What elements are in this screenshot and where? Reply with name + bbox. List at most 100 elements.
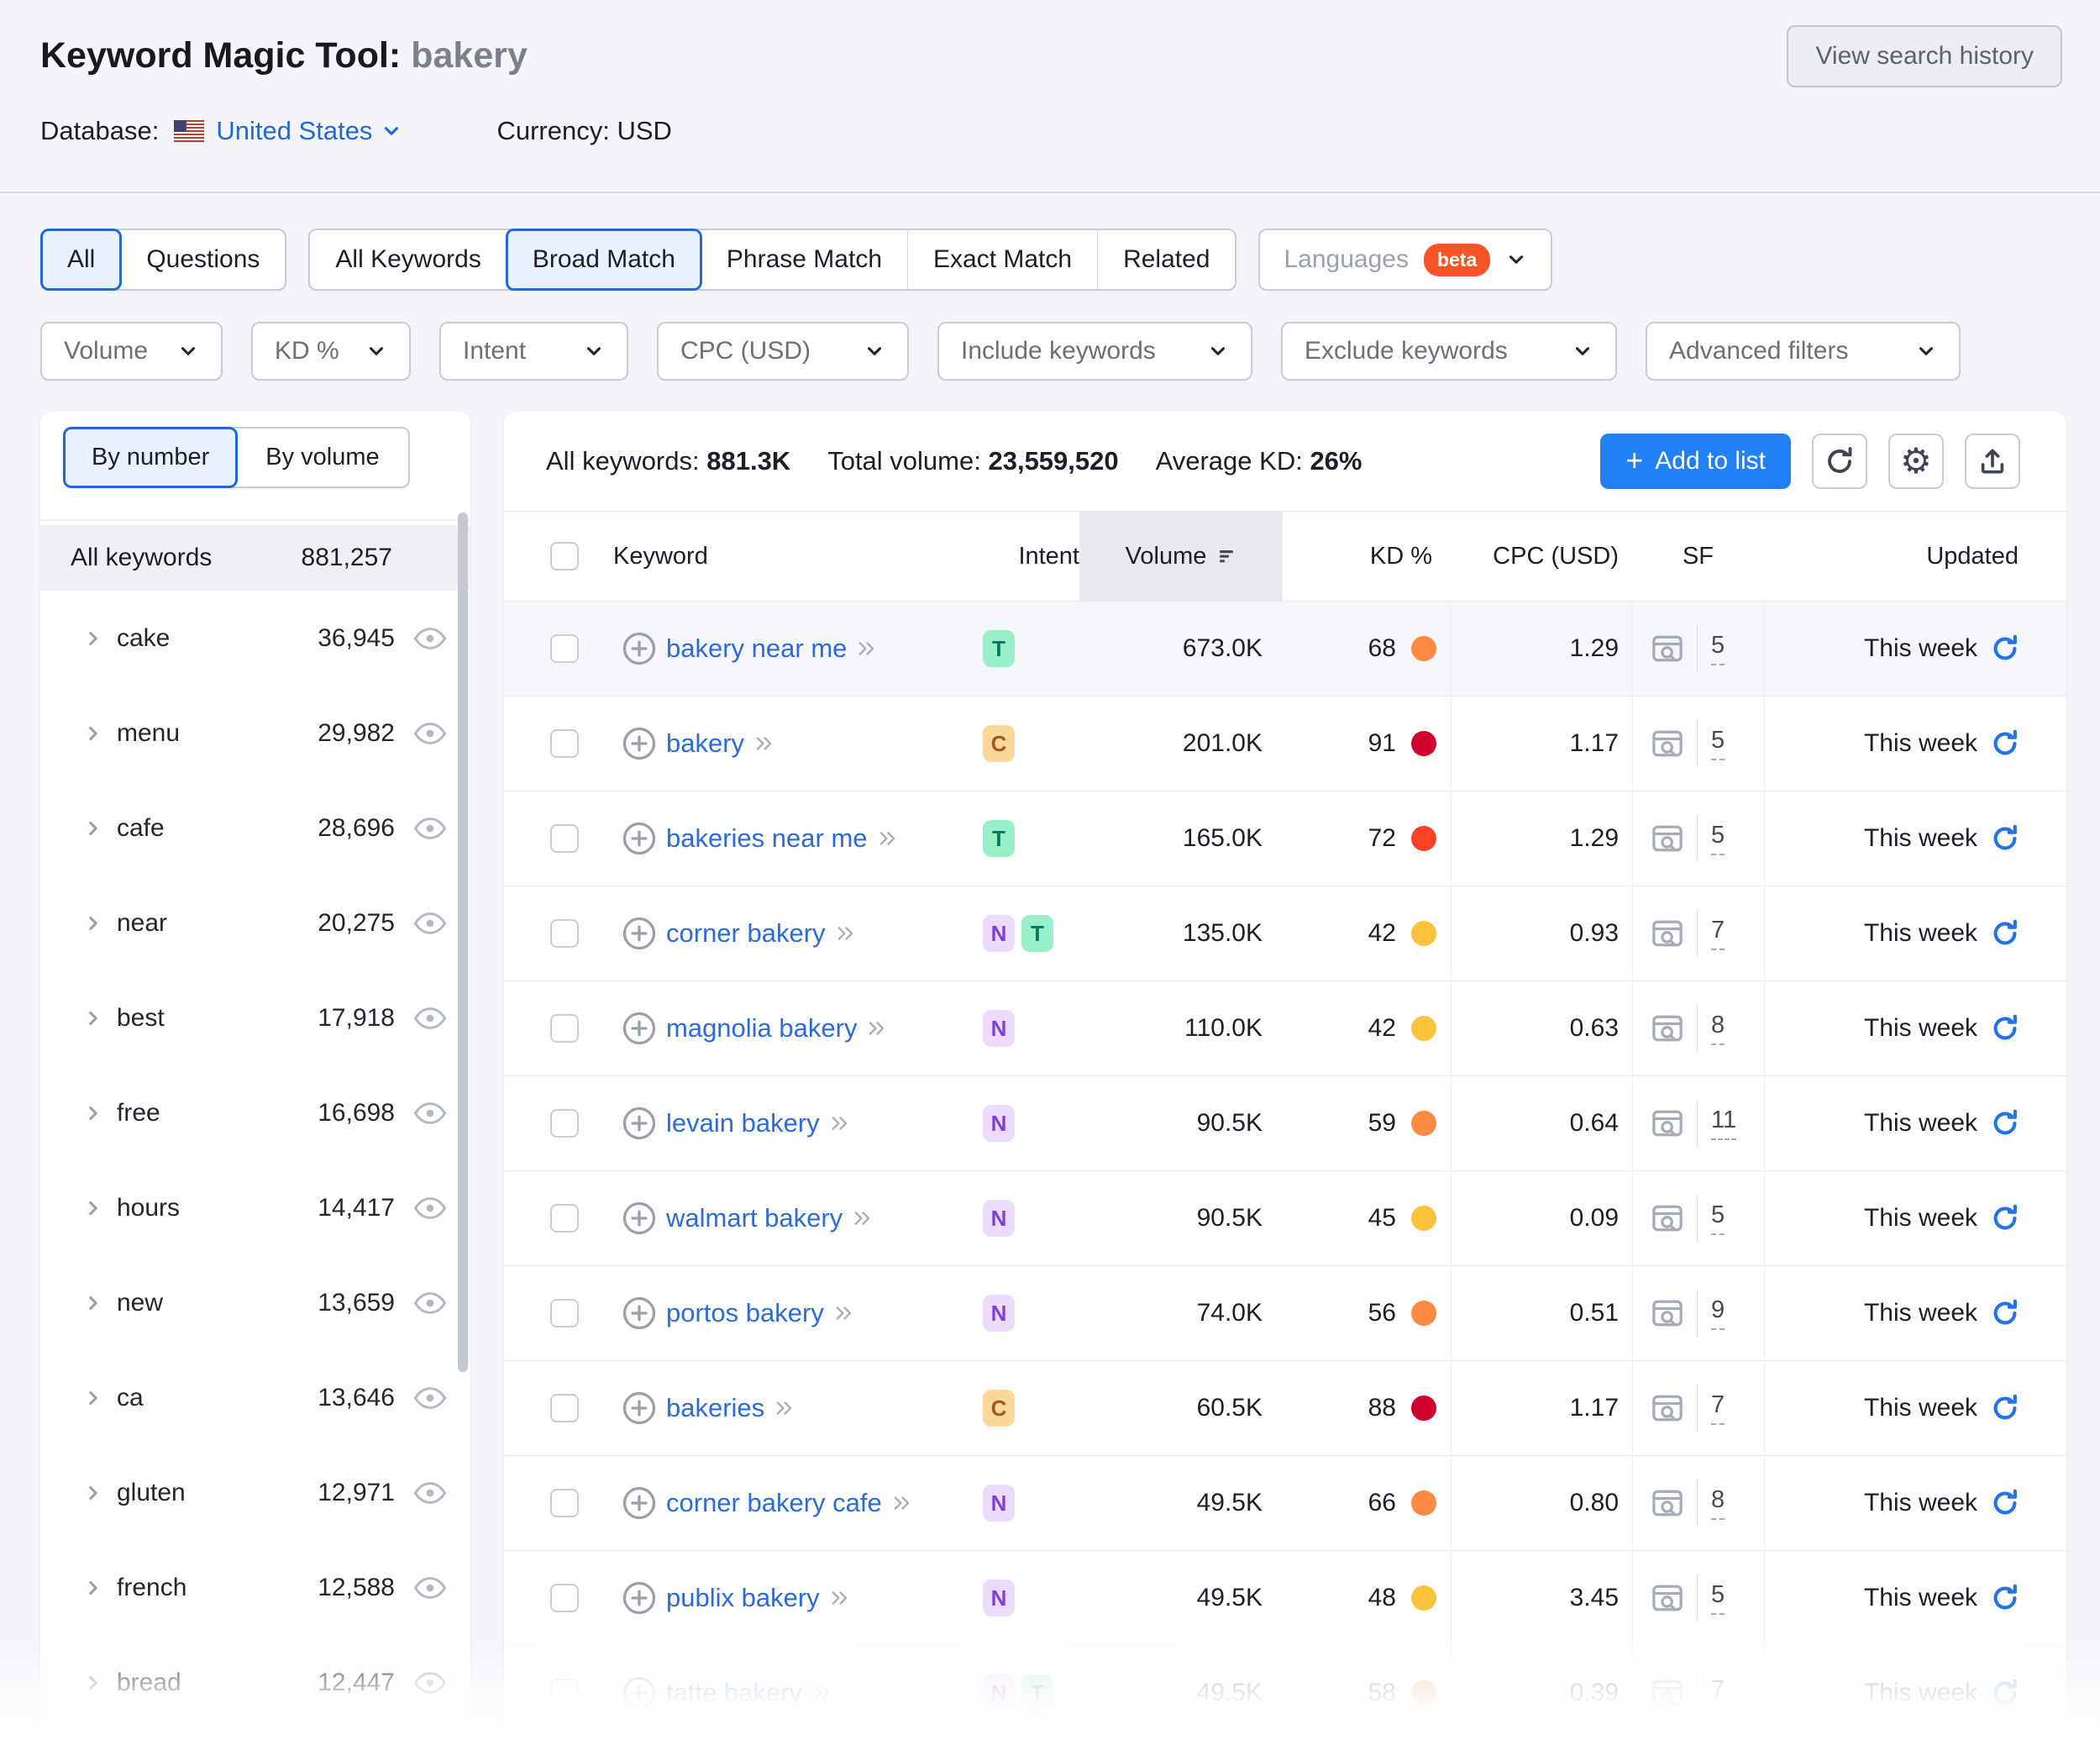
chevron-right-icon[interactable] bbox=[82, 723, 104, 744]
sidebar-group-ca[interactable]: ca 13,646 bbox=[40, 1350, 470, 1445]
sf-count[interactable]: 7 bbox=[1711, 917, 1725, 950]
eye-icon[interactable] bbox=[413, 1101, 447, 1125]
refresh-metrics-icon[interactable] bbox=[1989, 1107, 2021, 1139]
row-checkbox[interactable] bbox=[550, 919, 579, 948]
tab-related[interactable]: Related bbox=[1097, 230, 1235, 289]
filter-kd[interactable]: KD % bbox=[251, 322, 411, 381]
add-keyword-icon[interactable] bbox=[622, 631, 657, 666]
serp-features-icon[interactable] bbox=[1649, 1295, 1686, 1332]
refresh-metrics-icon[interactable] bbox=[1989, 1297, 2021, 1329]
double-chevron-right-icon[interactable] bbox=[811, 1683, 833, 1703]
chevron-right-icon[interactable] bbox=[82, 1387, 104, 1409]
sidebar-group-menu[interactable]: menu 29,982 bbox=[40, 686, 470, 781]
add-keyword-icon[interactable] bbox=[622, 1106, 657, 1141]
double-chevron-right-icon[interactable] bbox=[877, 828, 899, 849]
row-checkbox[interactable] bbox=[550, 634, 579, 663]
view-search-history-button[interactable]: View search history bbox=[1787, 25, 2062, 87]
sidebar-scrollbar[interactable] bbox=[458, 513, 468, 1372]
sf-count[interactable]: 8 bbox=[1711, 1012, 1725, 1045]
sidebar-group-bread[interactable]: bread 12,447 bbox=[40, 1635, 470, 1730]
sidebar-tab-by-volume[interactable]: By volume bbox=[236, 428, 407, 486]
column-header-kd[interactable]: KD % bbox=[1283, 512, 1451, 601]
keyword-link[interactable]: corner bakery cafe bbox=[666, 1488, 882, 1518]
filter-cpc-usd[interactable]: CPC (USD) bbox=[657, 322, 909, 381]
chevron-right-icon[interactable] bbox=[82, 912, 104, 934]
tab-questions[interactable]: Questions bbox=[120, 230, 285, 289]
add-keyword-icon[interactable] bbox=[622, 916, 657, 951]
row-checkbox[interactable] bbox=[550, 1204, 579, 1233]
sf-count[interactable]: 5 bbox=[1711, 822, 1725, 855]
eye-icon[interactable] bbox=[413, 1576, 447, 1600]
keyword-link[interactable]: bakery near me bbox=[666, 633, 847, 664]
sidebar-group-french[interactable]: french 12,588 bbox=[40, 1540, 470, 1635]
chevron-right-icon[interactable] bbox=[82, 1007, 104, 1029]
refresh-metrics-icon[interactable] bbox=[1989, 1202, 2021, 1234]
eye-icon[interactable] bbox=[413, 1671, 447, 1695]
keyword-link[interactable]: walmart bakery bbox=[666, 1203, 843, 1233]
refresh-metrics-icon[interactable] bbox=[1989, 1677, 2021, 1709]
sidebar-tab-by-number[interactable]: By number bbox=[63, 427, 238, 488]
filter-volume[interactable]: Volume bbox=[40, 322, 223, 381]
column-header-updated[interactable]: Updated bbox=[1764, 512, 2066, 601]
row-checkbox[interactable] bbox=[550, 824, 579, 853]
double-chevron-right-icon[interactable] bbox=[852, 1208, 874, 1228]
keyword-link[interactable]: tatte bakery bbox=[666, 1678, 802, 1708]
add-keyword-icon[interactable] bbox=[622, 1580, 657, 1616]
filter-intent[interactable]: Intent bbox=[439, 322, 628, 381]
row-checkbox[interactable] bbox=[550, 729, 579, 758]
sf-count[interactable]: 7 bbox=[1711, 1391, 1725, 1425]
keyword-link[interactable]: bakeries bbox=[666, 1393, 764, 1423]
double-chevron-right-icon[interactable] bbox=[829, 1588, 851, 1608]
serp-features-icon[interactable] bbox=[1649, 1010, 1686, 1047]
sf-count[interactable]: 8 bbox=[1711, 1486, 1725, 1520]
double-chevron-right-icon[interactable] bbox=[856, 639, 878, 659]
tab-all-keywords[interactable]: All Keywords bbox=[310, 230, 506, 289]
serp-features-icon[interactable] bbox=[1649, 725, 1686, 762]
keyword-link[interactable]: bakeries near me bbox=[666, 823, 868, 854]
refresh-metrics-icon[interactable] bbox=[1989, 1392, 2021, 1424]
sf-count[interactable]: 11 bbox=[1711, 1107, 1736, 1140]
row-checkbox[interactable] bbox=[550, 1489, 579, 1517]
row-checkbox[interactable] bbox=[550, 1394, 579, 1422]
eye-icon[interactable] bbox=[413, 1007, 447, 1030]
serp-features-icon[interactable] bbox=[1649, 1390, 1686, 1427]
sf-count[interactable]: 9 bbox=[1711, 1296, 1725, 1330]
add-keyword-icon[interactable] bbox=[622, 1485, 657, 1521]
keyword-link[interactable]: publix bakery bbox=[666, 1583, 820, 1613]
serp-features-icon[interactable] bbox=[1649, 1485, 1686, 1522]
refresh-button[interactable] bbox=[1812, 434, 1867, 489]
double-chevron-right-icon[interactable] bbox=[866, 1018, 888, 1038]
double-chevron-right-icon[interactable] bbox=[774, 1398, 795, 1418]
sidebar-group-gluten[interactable]: gluten 12,971 bbox=[40, 1445, 470, 1540]
keyword-link[interactable]: corner bakery bbox=[666, 918, 826, 949]
eye-icon[interactable] bbox=[413, 1386, 447, 1410]
refresh-metrics-icon[interactable] bbox=[1989, 917, 2021, 949]
sf-count[interactable]: 5 bbox=[1711, 1581, 1725, 1615]
keyword-link[interactable]: bakery bbox=[666, 728, 744, 759]
serp-features-icon[interactable] bbox=[1649, 1580, 1686, 1616]
eye-icon[interactable] bbox=[413, 1481, 447, 1505]
chevron-right-icon[interactable] bbox=[82, 1577, 104, 1599]
chevron-right-icon[interactable] bbox=[82, 1102, 104, 1124]
tab-phrase-match[interactable]: Phrase Match bbox=[701, 230, 907, 289]
column-header-volume[interactable]: Volume bbox=[1079, 512, 1283, 601]
chevron-right-icon[interactable] bbox=[82, 1292, 104, 1314]
eye-icon[interactable] bbox=[413, 1291, 447, 1315]
sf-count[interactable]: 5 bbox=[1711, 727, 1725, 760]
add-keyword-icon[interactable] bbox=[622, 1011, 657, 1046]
double-chevron-right-icon[interactable] bbox=[753, 733, 775, 754]
refresh-metrics-icon[interactable] bbox=[1989, 1487, 2021, 1519]
refresh-metrics-icon[interactable] bbox=[1989, 1012, 2021, 1044]
serp-features-icon[interactable] bbox=[1649, 1674, 1686, 1711]
eye-icon[interactable] bbox=[413, 722, 447, 745]
tab-all[interactable]: All bbox=[40, 229, 122, 291]
row-checkbox[interactable] bbox=[550, 1584, 579, 1612]
double-chevron-right-icon[interactable] bbox=[835, 923, 857, 944]
refresh-metrics-icon[interactable] bbox=[1989, 728, 2021, 760]
eye-icon[interactable] bbox=[413, 627, 447, 650]
keyword-link[interactable]: portos bakery bbox=[666, 1298, 824, 1328]
column-header-sf[interactable]: SF bbox=[1632, 512, 1764, 601]
sidebar-group-cafe[interactable]: cafe 28,696 bbox=[40, 781, 470, 875]
eye-icon[interactable] bbox=[413, 817, 447, 840]
settings-button[interactable]: ⚙ bbox=[1888, 434, 1944, 489]
